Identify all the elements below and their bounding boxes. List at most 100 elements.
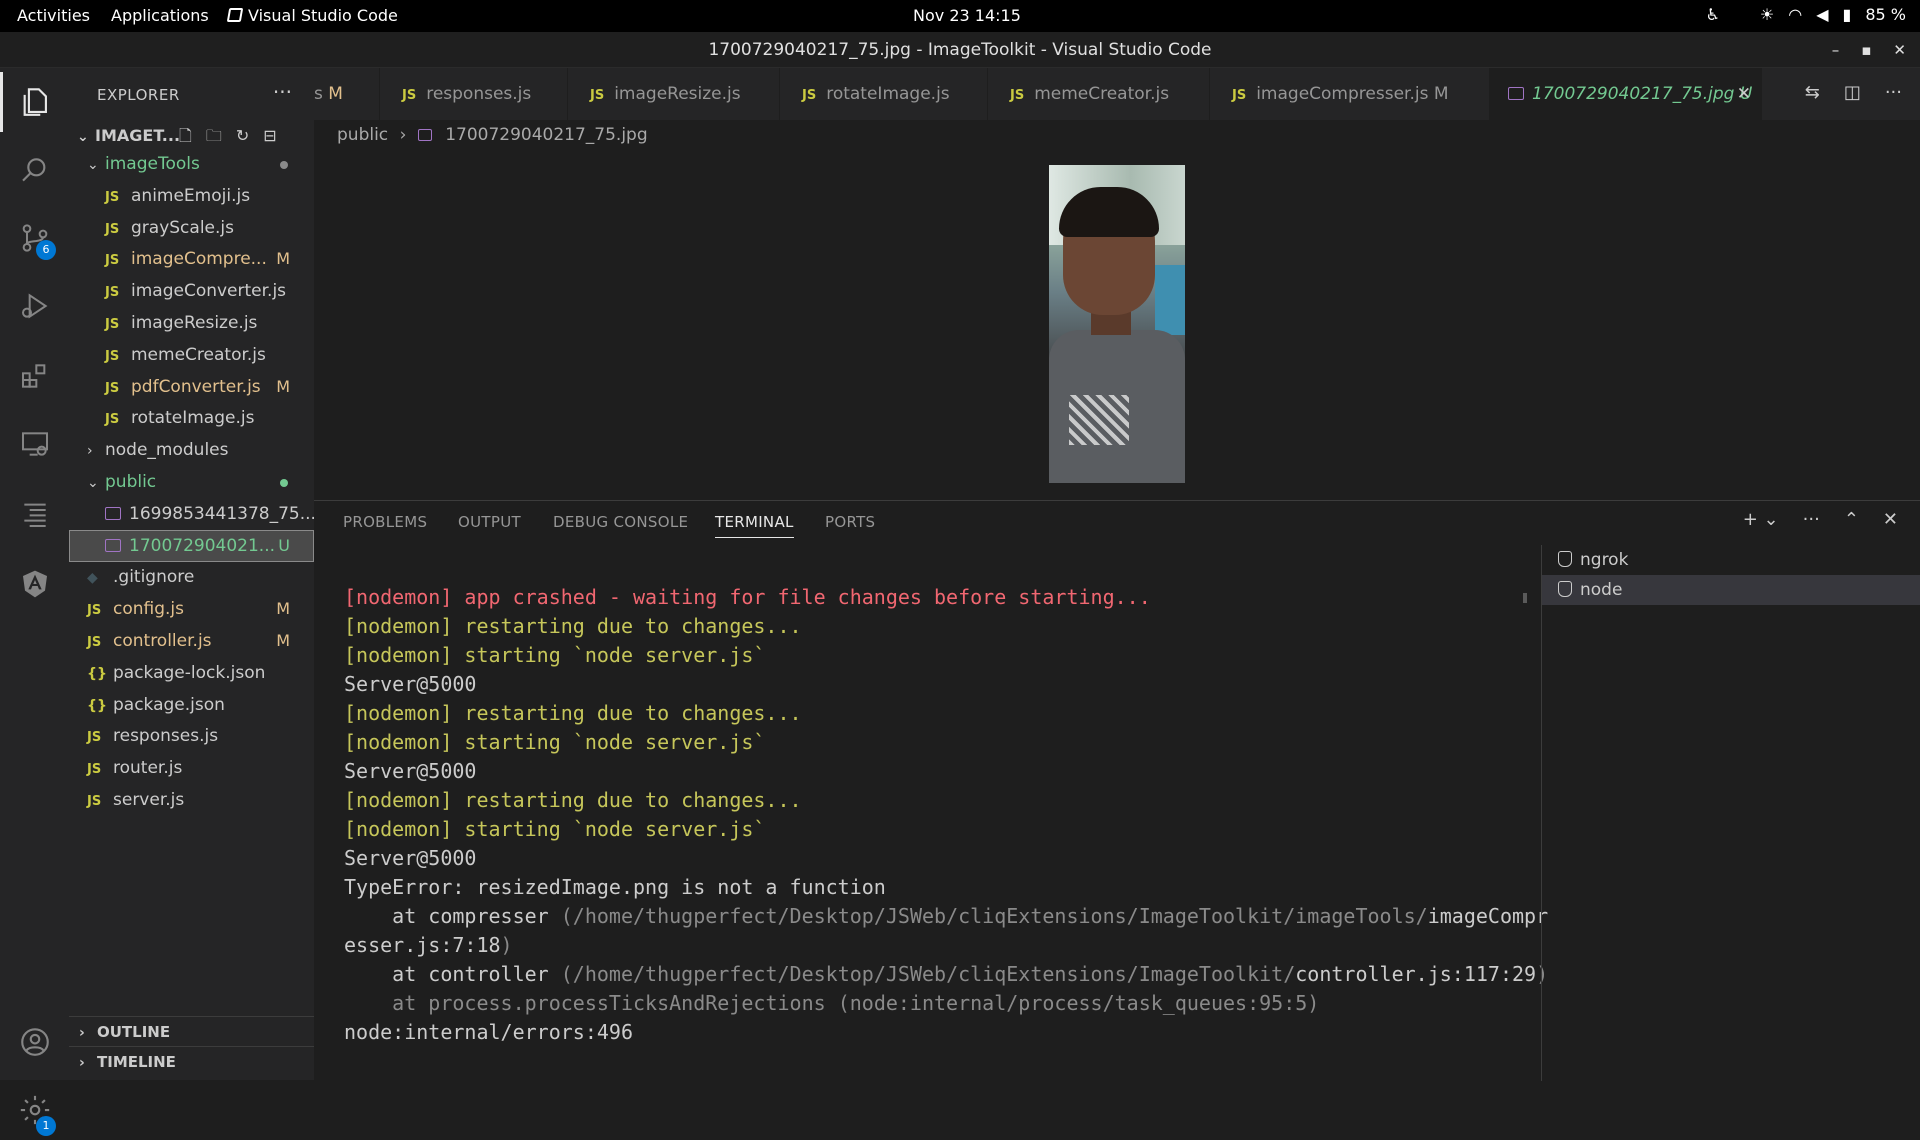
terminal-item-ngrok[interactable]: ngrok <box>1542 545 1920 575</box>
tree-item[interactable]: JS memeCreator.js <box>69 339 314 371</box>
tree-item-label: 1699853441378_75.... <box>129 503 322 524</box>
tree-item[interactable]: ⌄ public <box>69 466 314 498</box>
outline-section[interactable]: › OUTLINE <box>69 1016 314 1046</box>
editor-more-icon[interactable]: ··· <box>1885 82 1902 103</box>
tree-item[interactable]: ⌄ imageTools <box>69 148 314 180</box>
chevron-right-icon: › <box>399 125 407 145</box>
breadcrumb-folder[interactable]: public <box>337 125 388 145</box>
tab-responses[interactable]: JS responses.js <box>380 68 568 120</box>
tree-item[interactable]: JS imageResize.js <box>69 307 314 339</box>
git-status-badge: M <box>276 599 290 619</box>
tree-item[interactable]: 170072904021... U <box>69 529 314 562</box>
panel-more-icon[interactable]: ··· <box>1803 509 1820 530</box>
tab-ports[interactable]: PORTS <box>825 513 875 531</box>
system-tray[interactable]: ♿ ☀ ◠ ◀ ▮ 85 % <box>1706 5 1906 24</box>
tree-item[interactable]: JS pdfConverter.js M <box>69 371 314 403</box>
tab-truncated[interactable]: s M <box>314 68 380 120</box>
terminal-scrollbar[interactable] <box>1523 593 1527 603</box>
tree-item[interactable]: JS responses.js <box>69 720 314 752</box>
tree-item[interactable]: JS imageConverter.js <box>69 275 314 307</box>
tree-item[interactable]: JS rotateImage.js <box>69 402 314 434</box>
image-file-icon <box>105 538 121 552</box>
tab-terminal[interactable]: TERMINAL <box>715 513 794 538</box>
tree-item-label: responses.js <box>113 726 219 747</box>
tree-item[interactable]: JS controller.js M <box>69 625 314 657</box>
app-menu-label: Visual Studio Code <box>248 6 398 25</box>
tree-item[interactable]: {} package.json <box>69 689 314 721</box>
tree-item[interactable]: JS imageCompre... M <box>69 243 314 275</box>
search-icon[interactable] <box>0 140 69 200</box>
preview-photo <box>1049 165 1185 483</box>
js-file-icon: JS <box>87 730 102 746</box>
clock[interactable]: Nov 23 14:15 <box>913 6 1021 25</box>
applications-menu[interactable]: Applications <box>111 6 209 25</box>
terminal-item-node[interactable]: node <box>1542 575 1920 605</box>
terminal-line: Server@5000 <box>344 759 477 783</box>
tab-output[interactable]: OUTPUT <box>458 513 521 531</box>
timeline-section[interactable]: › TIMELINE <box>69 1046 314 1076</box>
terminal-icon <box>1558 581 1572 597</box>
maximize-panel-icon[interactable]: ⌃ <box>1844 509 1859 530</box>
folder-status-dot <box>280 161 288 169</box>
app-menu[interactable]: Visual Studio Code <box>226 6 398 25</box>
chevron-down-icon: ⌄ <box>87 475 99 491</box>
tree-item[interactable]: › node_modules <box>69 434 314 466</box>
terminal-line: [nodemon] restarting due to changes... <box>344 701 802 725</box>
tree-item[interactable]: JS grayScale.js <box>69 212 314 244</box>
tree-item[interactable]: JS server.js <box>69 784 314 816</box>
explorer-sidebar: EXPLORER ··· ⌄ IMAGET... 🗋 🗀 ↻ ⊟ ⌄ imageTo… <box>69 68 321 1080</box>
close-window-icon[interactable]: ✕ <box>1893 32 1906 68</box>
source-control-icon[interactable]: 6 <box>0 208 69 268</box>
new-terminal-icon[interactable]: + ⌄ <box>1743 509 1779 530</box>
tab-image-active[interactable]: 1700729040217_75.jpg U ✕ <box>1490 68 1762 120</box>
explorer-icon[interactable] <box>0 72 69 132</box>
remote-explorer-icon[interactable] <box>0 414 69 474</box>
tab-image-compresser[interactable]: JS imageCompresser.js M <box>1210 68 1490 120</box>
git-status-badge: M <box>276 376 290 396</box>
json-file-icon: {} <box>87 665 107 682</box>
tree-item-label: controller.js <box>113 631 212 651</box>
window-title: 1700729040217_75.jpg - ImageToolkit - Vi… <box>708 40 1212 60</box>
angular-icon[interactable] <box>0 554 69 614</box>
tree-item[interactable]: 1699853441378_75.... <box>69 498 321 530</box>
image-file-icon <box>417 129 432 141</box>
js-file-icon: JS <box>105 412 120 428</box>
breadcrumb-file[interactable]: 1700729040217_75.jpg <box>445 125 647 145</box>
tree-item[interactable]: ◆ .gitignore <box>69 561 314 593</box>
settings-gear-icon[interactable]: 1 <box>0 1080 69 1140</box>
window-titlebar: 1700729040217_75.jpg - ImageToolkit - Vi… <box>0 32 1920 68</box>
panel-actions: + ⌄ ··· ⌃ ✕ <box>1743 509 1898 530</box>
list-view-icon[interactable] <box>0 484 69 544</box>
maximize-icon[interactable]: ▪ <box>1861 32 1871 68</box>
tab-problems[interactable]: PROBLEMS <box>343 513 427 531</box>
terminal-line: TypeError: resizedImage.png is not a fun… <box>344 875 886 899</box>
git-status-badge: M <box>276 249 290 269</box>
accessibility-icon[interactable]: ♿ <box>1706 5 1720 24</box>
tab-rotate-image[interactable]: JS rotateImage.js <box>780 68 988 120</box>
minimize-icon[interactable]: – <box>1832 32 1840 68</box>
tree-item[interactable]: JS animeEmoji.js <box>69 180 314 212</box>
terminal-line: [nodemon] starting `node server.js` <box>344 817 766 841</box>
tree-item[interactable]: JS router.js <box>69 752 314 784</box>
terminal-line: Server@5000 <box>344 846 477 870</box>
tree-item[interactable]: {} package-lock.json <box>69 657 314 689</box>
extensions-icon[interactable] <box>0 346 69 406</box>
account-icon[interactable] <box>0 1012 69 1072</box>
close-tab-icon[interactable]: ✕ <box>1737 68 1751 120</box>
tree-item[interactable]: JS config.js M <box>69 593 314 625</box>
git-status-badge: M <box>276 631 290 650</box>
tree-item-label: node_modules <box>105 440 229 461</box>
split-editor-icon[interactable]: ◫ <box>1844 82 1861 103</box>
open-changes-icon[interactable]: ⇆ <box>1805 82 1820 103</box>
tab-meme-creator[interactable]: JS memeCreator.js <box>988 68 1210 120</box>
activities-button[interactable]: Activities <box>17 6 90 25</box>
explorer-header: EXPLORER <box>97 86 180 104</box>
terminal-output[interactable]: [nodemon] app crashed - waiting for file… <box>344 583 1554 1047</box>
terminal-line: Server@5000 <box>344 672 477 696</box>
more-actions-icon[interactable]: ··· <box>273 80 292 104</box>
tab-debug-console[interactable]: DEBUG CONSOLE <box>553 513 688 531</box>
run-debug-icon[interactable] <box>0 276 69 336</box>
terminal-icon <box>1558 551 1572 567</box>
tab-image-resize[interactable]: JS imageResize.js <box>568 68 780 120</box>
close-panel-icon[interactable]: ✕ <box>1883 509 1898 530</box>
